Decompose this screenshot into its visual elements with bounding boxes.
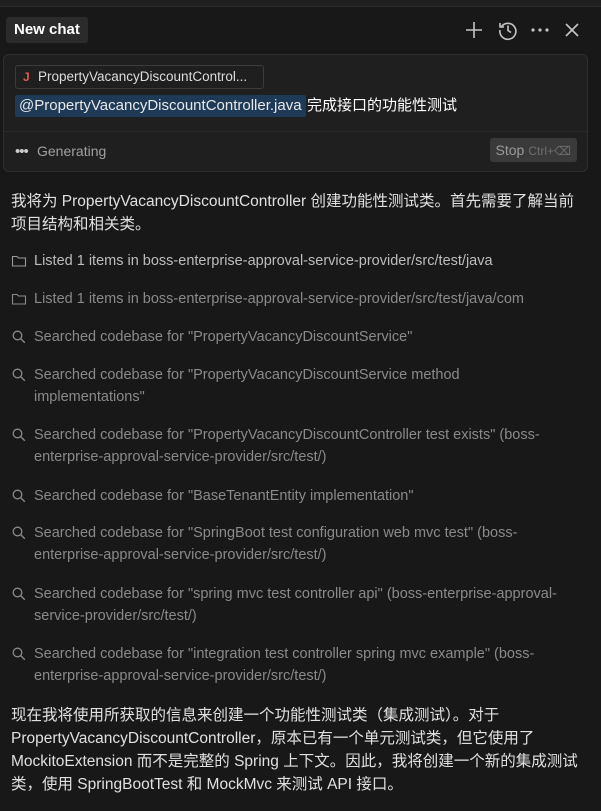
search-icon <box>11 525 27 541</box>
step-text: Listed 1 items in boss-enterprise-approv… <box>34 253 493 269</box>
search-icon <box>11 646 27 662</box>
step-item[interactable]: Searched codebase for "PropertyVacancyDi… <box>11 364 571 408</box>
step-text: Searched codebase for "integration test … <box>34 646 535 684</box>
step-text: Searched codebase for "PropertyVacancyDi… <box>34 329 413 345</box>
step-text: Searched codebase for "PropertyVacancyDi… <box>34 427 540 465</box>
search-icon <box>11 586 27 602</box>
stop-label: Stop <box>495 142 525 158</box>
step-text: Searched codebase for "SpringBoot test c… <box>34 525 518 563</box>
chat-header: New chat <box>0 12 601 48</box>
step-item[interactable]: Searched codebase for "SpringBoot test c… <box>11 522 571 566</box>
assistant-outro: 现在我将使用所获取的信息来创建一个功能性测试类（集成测试）。对于 Propert… <box>11 707 578 793</box>
step-text: Listed 1 items in boss-enterprise-approv… <box>34 291 524 307</box>
search-icon <box>11 427 27 443</box>
folder-icon <box>11 253 27 269</box>
assistant-intro: 我将为 PropertyVacancyDiscountController 创建… <box>11 193 574 233</box>
step-item[interactable]: Listed 1 items in boss-enterprise-approv… <box>11 250 571 272</box>
file-mention[interactable]: @PropertyVacancyDiscountController.java <box>15 95 306 117</box>
step-item[interactable]: Searched codebase for "PropertyVacancyDi… <box>11 424 571 468</box>
history-icon[interactable] <box>496 18 520 42</box>
search-icon <box>11 329 27 345</box>
stop-button[interactable]: Stop Ctrl+⌫ <box>489 138 577 162</box>
step-item[interactable]: Searched codebase for "BaseTenantEntity … <box>11 485 571 507</box>
top-border <box>0 0 601 7</box>
close-icon[interactable] <box>560 18 584 42</box>
stop-shortcut: Ctrl+⌫ <box>528 144 571 158</box>
tab-new-chat[interactable]: New chat <box>6 17 88 43</box>
step-item[interactable]: Searched codebase for "PropertyVacancyDi… <box>11 326 571 348</box>
context-file-chip[interactable]: J PropertyVacancyDiscountControl... <box>15 65 264 89</box>
step-item[interactable]: Listed 1 items in boss-enterprise-approv… <box>11 288 571 310</box>
generating-dots-icon: ••• <box>15 143 29 160</box>
generating-status: Generating <box>37 143 107 159</box>
step-text: Searched codebase for "spring mvc test c… <box>34 586 557 624</box>
step-text: Searched codebase for "BaseTenantEntity … <box>34 488 414 504</box>
prompt-text[interactable]: 完成接口的功能性测试 <box>307 95 457 117</box>
more-icon[interactable] <box>528 18 552 42</box>
java-file-icon: J <box>23 70 30 84</box>
step-text: Searched codebase for "PropertyVacancyDi… <box>34 367 460 405</box>
folder-icon <box>11 291 27 307</box>
search-icon <box>11 367 27 383</box>
step-item[interactable]: Searched codebase for "spring mvc test c… <box>11 583 571 627</box>
chat-composer[interactable]: J PropertyVacancyDiscountControl... @Pro… <box>3 54 588 172</box>
context-file-label: PropertyVacancyDiscountControl... <box>38 69 248 84</box>
search-icon <box>11 488 27 504</box>
step-item[interactable]: Searched codebase for "integration test … <box>11 643 571 687</box>
plus-icon[interactable] <box>462 18 486 42</box>
composer-divider <box>4 131 587 132</box>
